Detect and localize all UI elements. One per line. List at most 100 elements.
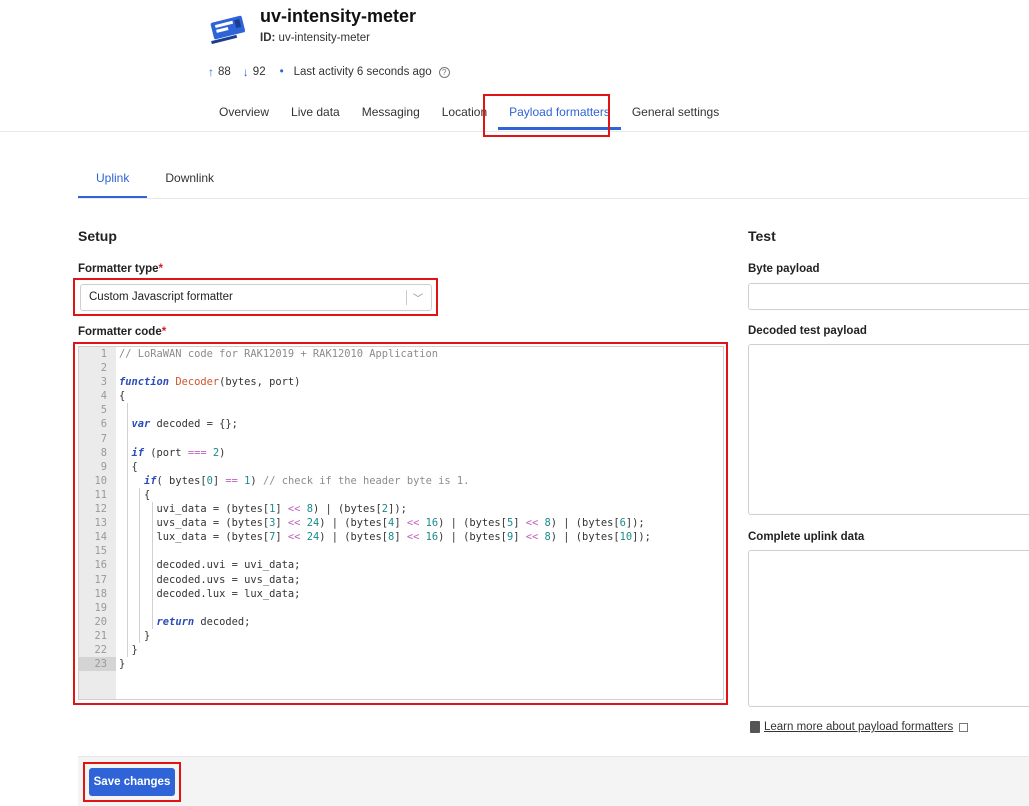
line-number: 3 (100, 376, 107, 389)
device-stats: ↑ 88 ↓ 92 • Last activity 6 seconds ago … (208, 65, 450, 79)
code-line: 1 // LoRaWAN code for RAK12019 + RAK12010… (79, 347, 723, 361)
arrow-down-icon: ↓ (242, 65, 249, 79)
learn-more-link[interactable]: Learn more about payload formatters (764, 721, 953, 733)
line-number: 6 (100, 418, 107, 431)
indent-guide (139, 488, 141, 644)
code-text: uvi_data = (bytes[1] << 8) | (bytes[2]); (119, 503, 407, 516)
code-line: 14 lux_data = (bytes[7] << 24) | (bytes[… (79, 530, 723, 544)
code-text: } (119, 629, 151, 642)
decoded-test-payload-label: Decoded test payload (748, 325, 867, 337)
byte-payload-label: Byte payload (748, 263, 820, 275)
line-number: 21 (94, 629, 107, 642)
formatter-type-label: Formatter type* (78, 263, 164, 275)
code-line: 12 uvi_data = (bytes[1] << 8) | (bytes[2… (79, 502, 723, 516)
code-content[interactable]: 1 // LoRaWAN code for RAK12019 + RAK12010… (79, 347, 723, 672)
line-number: 7 (100, 432, 107, 445)
code-text: var decoded = {}; (131, 418, 238, 431)
save-changes-button[interactable]: Save changes (89, 768, 175, 796)
device-tabs: Overview Live data Messaging Location Pa… (208, 96, 730, 132)
code-text: decoded.uvs = uvs_data; (119, 573, 301, 586)
code-text: } (119, 658, 126, 671)
code-line: 9 { (79, 460, 723, 474)
code-line: 7 (79, 432, 723, 446)
complete-uplink-data-label: Complete uplink data (748, 531, 865, 543)
tab-downlink[interactable]: Downlink (147, 160, 232, 198)
code-text: if( bytes[0] == 1) // check if the heade… (144, 474, 470, 487)
code-text: decoded.uvi = uvi_data; (119, 559, 301, 572)
code-line: 19 (79, 601, 723, 615)
line-number: 11 (94, 488, 107, 501)
line-number: 23 (79, 657, 116, 672)
line-number: 19 (94, 601, 107, 614)
code-text: { (119, 460, 138, 473)
tab-location[interactable]: Location (431, 96, 498, 130)
indent-guide (151, 502, 153, 629)
test-title: Test (748, 228, 776, 244)
code-line: 22 } (79, 643, 723, 657)
line-number: 12 (94, 503, 107, 516)
code-line: 20 return decoded; (79, 615, 723, 629)
formatter-type-value: Custom Javascript formatter (89, 291, 233, 303)
tab-live-data[interactable]: Live data (280, 96, 351, 130)
book-icon (750, 721, 760, 733)
code-line: 11 { (79, 488, 723, 502)
line-number: 17 (94, 573, 107, 586)
device-board-icon (210, 15, 246, 44)
uplink-count: 88 (218, 66, 231, 78)
code-line: 2 (79, 361, 723, 375)
code-line: 13 uvs_data = (bytes[3] << 24) | (bytes[… (79, 516, 723, 530)
code-line: 3 function Decoder(bytes, port) (79, 375, 723, 389)
code-text: lux_data = (bytes[7] << 24) | (bytes[8] … (119, 531, 651, 544)
arrow-up-icon: ↑ (208, 65, 214, 79)
line-number: 18 (94, 587, 107, 600)
setup-title: Setup (78, 228, 117, 244)
external-link-icon (959, 722, 969, 732)
byte-payload-input[interactable] (748, 283, 1029, 310)
code-text: { (119, 488, 151, 501)
code-line: 17 decoded.uvs = uvs_data; (79, 573, 723, 587)
code-text: uvs_data = (bytes[3] << 24) | (bytes[4] … (119, 517, 645, 530)
form-footer (78, 756, 1029, 806)
line-number: 9 (100, 460, 107, 473)
indent-guide (126, 403, 128, 658)
code-line: 16 decoded.uvi = uvi_data; (79, 558, 723, 572)
line-number: 10 (94, 474, 107, 487)
chevron-down-icon[interactable]: ﹀ (413, 290, 423, 305)
code-line: 4{ (79, 389, 723, 403)
status-dot-icon: • (279, 66, 284, 78)
tab-uplink[interactable]: Uplink (78, 160, 148, 198)
formatter-code-label: Formatter code* (78, 326, 167, 338)
topnav-divider (0, 131, 1029, 132)
line-number: 22 (94, 643, 107, 656)
select-divider (406, 290, 407, 305)
code-line: 8 if (port === 2) (79, 446, 723, 460)
code-line: 6 var decoded = {}; (79, 417, 723, 431)
code-line: 21 } (79, 629, 723, 643)
subnav-divider (78, 198, 1029, 199)
help-circle-icon[interactable]: ? (438, 66, 450, 78)
formatter-direction-tabs: Uplink Downlink (78, 160, 232, 198)
code-text: { (119, 390, 126, 403)
line-number: 5 (100, 404, 107, 417)
code-line: 23} (79, 657, 723, 672)
line-number: 4 (100, 390, 107, 403)
code-line: 18 decoded.lux = lux_data; (79, 587, 723, 601)
learn-more-row: Learn more about payload formatters (750, 721, 969, 733)
tab-overview[interactable]: Overview (208, 96, 280, 130)
formatter-type-select[interactable]: Custom Javascript formatter ﹀ (80, 284, 432, 311)
device-id: ID: uv-intensity-meter (260, 32, 370, 44)
tab-messaging[interactable]: Messaging (351, 96, 431, 130)
decoded-test-payload-output[interactable] (748, 344, 1029, 515)
line-number: 15 (94, 545, 107, 558)
line-number: 14 (94, 531, 107, 544)
line-number: 20 (94, 615, 107, 628)
tab-general-settings[interactable]: General settings (621, 96, 730, 130)
line-number: 2 (100, 362, 107, 375)
device-name: uv-intensity-meter (260, 6, 417, 26)
code-text: if (port === 2) (131, 446, 226, 459)
tab-payload-formatters[interactable]: Payload formatters (498, 96, 621, 130)
code-line: 15 (79, 544, 723, 558)
formatter-code-editor[interactable]: 1 // LoRaWAN code for RAK12019 + RAK12010… (78, 346, 724, 700)
complete-uplink-data-output[interactable] (748, 550, 1029, 707)
code-line: 10 if( bytes[0] == 1) // check if the he… (79, 474, 723, 488)
